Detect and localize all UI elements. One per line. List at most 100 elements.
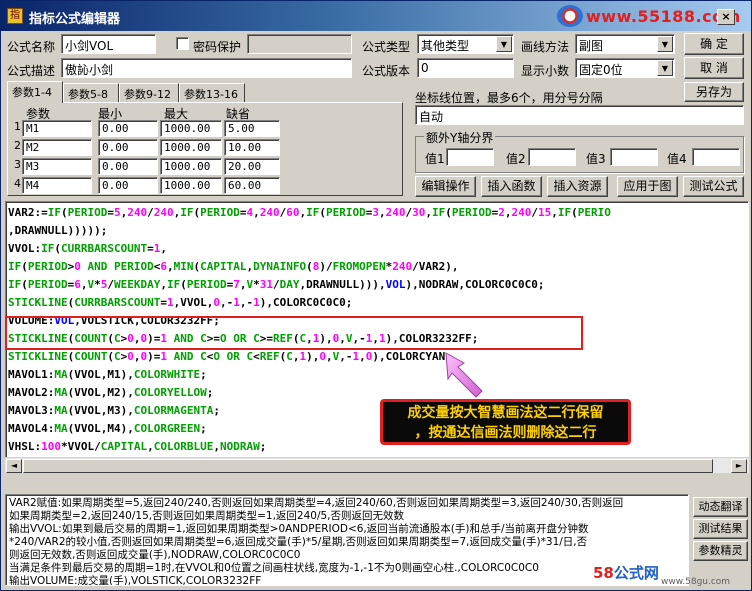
code-token: CAPITAL: [100, 440, 148, 453]
decimals-label: 显示小数: [521, 64, 570, 78]
code-token: PERIOD: [451, 206, 492, 219]
code-line[interactable]: MAVOL1:MA(VVOL,M1),COLORWHITE;: [8, 366, 611, 384]
code-token: (: [319, 206, 326, 219]
param-min-cell[interactable]: 0.00: [98, 177, 158, 194]
code-token: 240: [392, 260, 413, 273]
code-token: PERIOD: [326, 206, 366, 219]
password-label: 密码保护: [193, 40, 242, 54]
app-icon: 指: [7, 8, 23, 24]
description-line: 则返回无效数,否则返回成交量(手),NODRAW,COLORC0C0C0: [9, 549, 301, 561]
code-token: O: [213, 350, 220, 363]
coords-input[interactable]: 自动: [415, 105, 744, 125]
tab-params-1-4[interactable]: 参数1-4: [7, 81, 63, 103]
code-token: (: [180, 278, 187, 291]
param-max-cell[interactable]: 1000.00: [160, 120, 222, 137]
code-token: (: [306, 260, 313, 273]
yaxis-input-2[interactable]: [528, 148, 576, 166]
param-min-cell[interactable]: 0.00: [98, 139, 158, 156]
param-default-cell[interactable]: 60.00: [224, 177, 280, 194]
code-token: CAPITAL: [200, 260, 247, 273]
code-token: 0: [319, 350, 326, 363]
code-token: ;: [259, 440, 267, 453]
code-token: MA: [54, 404, 68, 417]
scroll-thumb[interactable]: [23, 459, 713, 473]
param-max-cell[interactable]: 1000.00: [160, 158, 222, 175]
test-result-button[interactable]: 测试结果: [693, 519, 748, 539]
test-formula-button[interactable]: 测试公式: [683, 176, 744, 197]
yaxis-legend: 额外Y轴分界: [424, 129, 496, 146]
code-line[interactable]: VAR2:=IF(PERIOD=5,240/240,IF(PERIOD=4,24…: [8, 204, 611, 222]
formula-type-select[interactable]: 其他类型 ▼: [417, 34, 514, 54]
code-token: ,: [80, 278, 88, 291]
dynamic-translate-button[interactable]: 动态翻译: [693, 497, 748, 517]
formula-desc-input[interactable]: 傲訫小剑: [61, 58, 352, 78]
tab-params-5-8[interactable]: 参数5-8: [63, 83, 119, 102]
dropdown-arrow-icon[interactable]: ▼: [657, 60, 673, 76]
horizontal-scrollbar[interactable]: ◄ ►: [5, 457, 749, 473]
password-input[interactable]: [247, 34, 352, 54]
param-min-cell[interactable]: 0.00: [98, 120, 158, 137]
yaxis-input-4[interactable]: [692, 148, 740, 166]
tab-params-9-12[interactable]: 参数9-12: [119, 83, 179, 102]
code-token: IF: [166, 278, 181, 291]
code-token: MA: [54, 368, 68, 381]
code-line[interactable]: STICKLINE(CURRBARSCOUNT=1,VVOL,0,-1,-1),…: [8, 294, 611, 312]
code-token: PERIOD: [114, 260, 154, 273]
code-line[interactable]: VVOL:IF(CURRBARSCOUNT=1,: [8, 240, 611, 258]
param-default-cell[interactable]: 10.00: [224, 139, 280, 156]
scroll-left-icon[interactable]: ◄: [6, 459, 22, 473]
param-default-cell[interactable]: 20.00: [224, 158, 280, 175]
code-token: 7: [233, 278, 240, 291]
password-checkbox[interactable]: [176, 37, 189, 50]
title-bar[interactable]: 指 指标公式编辑器 www.55188.com ×: [1, 1, 751, 31]
code-token: (: [107, 350, 114, 363]
save-as-button[interactable]: 另存为: [684, 82, 744, 102]
param-name-cell[interactable]: M2: [22, 139, 92, 156]
param-min-cell[interactable]: 0.00: [98, 158, 158, 175]
footer-logo: 58公式网: [593, 562, 659, 583]
coords-label: 坐标线位置，最多6个，用分号分隔: [415, 91, 603, 105]
code-token: 2: [498, 206, 505, 219]
edit-ops-button[interactable]: 编辑操作: [415, 176, 476, 197]
close-button[interactable]: ×: [717, 9, 735, 25]
yaxis-input-1[interactable]: [446, 148, 494, 166]
cancel-button[interactable]: 取 消: [684, 57, 744, 79]
code-line[interactable]: STICKLINE(COUNT(C>0,0)=1 AND C<O OR C<RE…: [8, 348, 611, 366]
insert-resource-button[interactable]: 插入资源: [547, 176, 608, 197]
dropdown-arrow-icon[interactable]: ▼: [496, 36, 512, 52]
param-name-cell[interactable]: M4: [22, 177, 92, 194]
code-token: IF: [47, 206, 61, 219]
yaxis-input-3[interactable]: [610, 148, 658, 166]
param-name-cell[interactable]: M3: [22, 158, 92, 175]
draw-method-select[interactable]: 副图 ▼: [575, 34, 675, 54]
code-token: ,: [551, 206, 558, 219]
code-token: 1: [233, 296, 240, 309]
code-token: ;: [213, 404, 220, 417]
annotation-line-2: ，按通达信画法则删除这二行: [414, 425, 597, 441]
code-line[interactable]: IF(PERIOD>0 AND PERIOD<6,MIN(CAPITAL,DYN…: [8, 258, 611, 276]
name-label: 公式名称: [7, 40, 56, 54]
code-token: MA: [54, 422, 68, 435]
decimals-value: 固定0位: [579, 63, 623, 77]
code-token: ;: [200, 368, 207, 381]
decimals-select[interactable]: 固定0位 ▼: [575, 58, 675, 78]
insert-function-button[interactable]: 插入函数: [481, 176, 542, 197]
code-token: *: [253, 278, 260, 291]
dropdown-arrow-icon[interactable]: ▼: [657, 36, 673, 52]
code-token: /: [107, 278, 114, 291]
scroll-right-icon[interactable]: ►: [731, 459, 747, 473]
param-max-cell[interactable]: 1000.00: [160, 139, 222, 156]
formula-name-input[interactable]: 小剑VOL: [61, 34, 156, 54]
param-default-cell[interactable]: 5.00: [224, 120, 280, 137]
param-max-cell[interactable]: 1000.00: [160, 177, 222, 194]
apply-to-chart-button[interactable]: 应用于图: [617, 176, 678, 197]
param-name-cell[interactable]: M1: [22, 120, 92, 137]
tab-params-13-16[interactable]: 参数13-16: [179, 83, 245, 102]
code-token: <: [253, 350, 260, 363]
version-input[interactable]: 0: [417, 58, 514, 78]
code-line[interactable]: IF(PERIOD=6,V*5/WEEKDAY,IF(PERIOD=7,V*31…: [8, 276, 611, 294]
param-wizard-button[interactable]: 参数精灵: [693, 541, 748, 561]
code-line[interactable]: ,DRAWNULL)))));: [8, 222, 611, 240]
confirm-button[interactable]: 确 定: [684, 33, 744, 55]
footer-logo-text: 公式网: [613, 564, 659, 582]
